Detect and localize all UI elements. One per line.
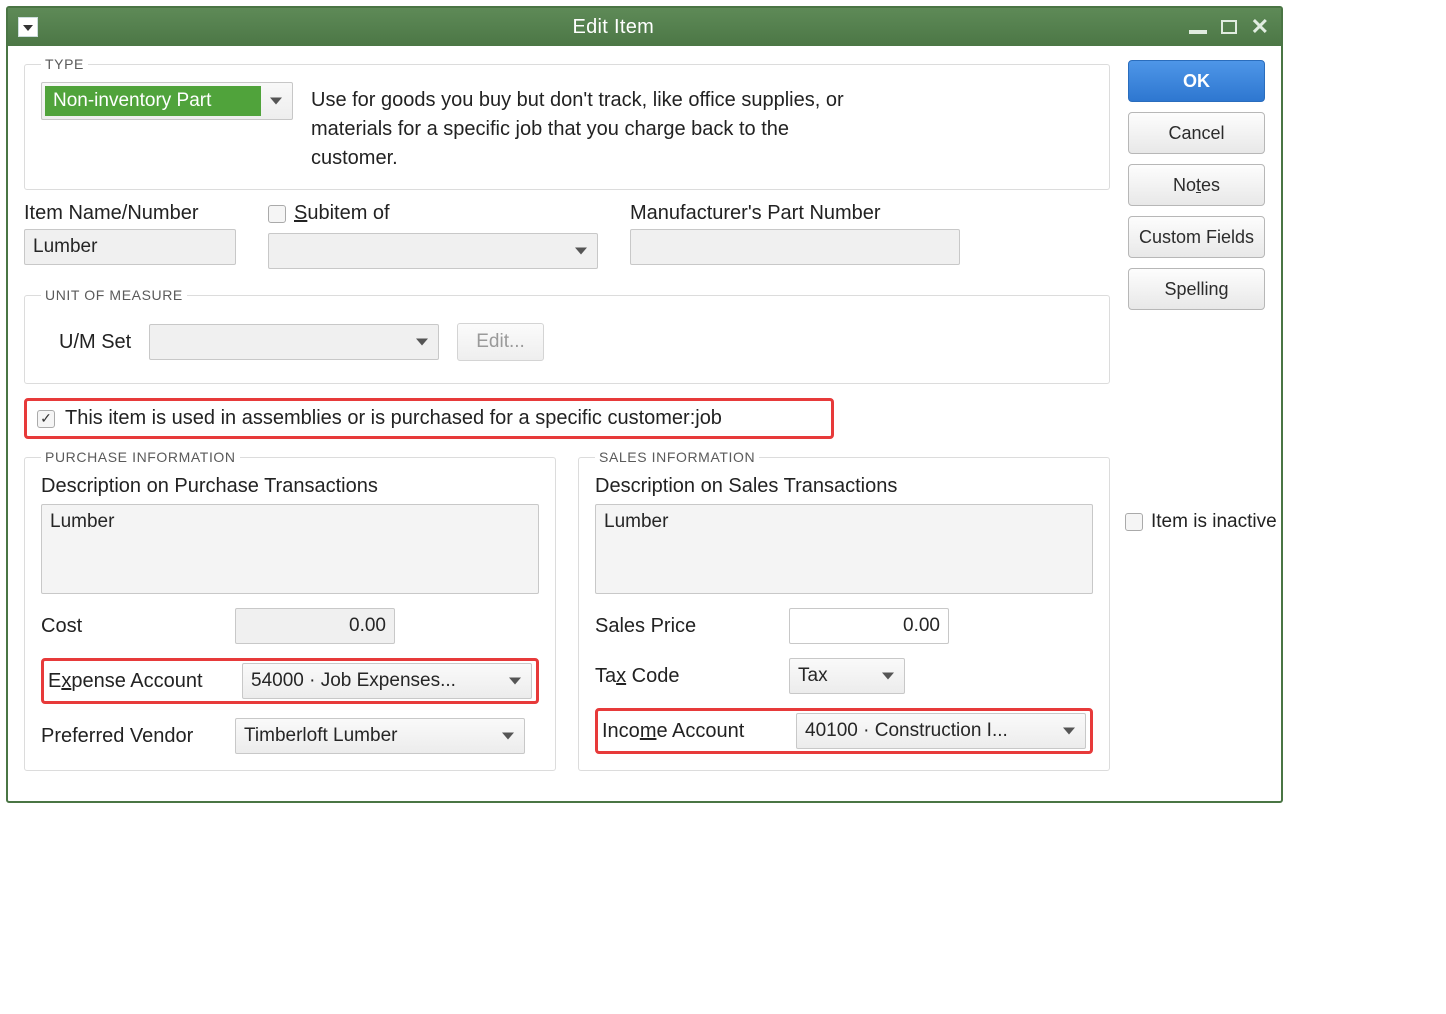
preferred-vendor-dropdown[interactable]: Timberloft Lumber [235, 718, 525, 754]
purchase-legend: PURCHASE INFORMATION [41, 449, 240, 465]
expense-account-row: Expense Account 54000 · Job Expenses... [41, 658, 539, 704]
chevron-down-icon [1063, 728, 1075, 735]
minimize-icon[interactable] [1189, 30, 1207, 34]
uom-group: UNIT OF MEASURE U/M Set Edit... [24, 287, 1110, 384]
sales-desc-input[interactable]: Lumber [595, 504, 1093, 594]
purchase-desc-input[interactable]: Lumber [41, 504, 539, 594]
assembly-label: This item is used in assemblies or is pu… [65, 407, 722, 430]
chevron-down-icon [416, 339, 428, 346]
subitem-checkbox[interactable] [268, 205, 286, 223]
uom-set-dropdown[interactable] [149, 324, 439, 360]
cancel-button[interactable]: Cancel [1128, 112, 1265, 154]
type-description: Use for goods you buy but don't track, l… [311, 82, 871, 173]
item-inactive-row: Item is inactive [1125, 511, 1277, 533]
window-title: Edit Item [38, 16, 1189, 39]
chevron-down-icon [882, 673, 894, 680]
item-inactive-label: Item is inactive [1151, 511, 1277, 533]
notes-button[interactable]: Notes [1128, 164, 1265, 206]
sales-price-input[interactable]: 0.00 [789, 608, 949, 644]
cost-label: Cost [41, 615, 217, 638]
sales-price-label: Sales Price [595, 615, 771, 638]
window-menu-icon[interactable] [18, 17, 38, 37]
expense-account-dropdown[interactable]: 54000 · Job Expenses... [242, 663, 532, 699]
purchase-info-group: PURCHASE INFORMATION Description on Purc… [24, 449, 556, 771]
subitem-label: Subitem of [294, 202, 390, 225]
mpn-field: Manufacturer's Part Number [630, 202, 960, 269]
income-account-row: Income Account 40100 · Construction I... [595, 708, 1093, 754]
maximize-icon[interactable] [1221, 20, 1237, 34]
close-icon[interactable]: ✕ [1251, 16, 1269, 38]
preferred-vendor-label: Preferred Vendor [41, 725, 217, 748]
item-inactive-checkbox[interactable] [1125, 513, 1143, 531]
mpn-label: Manufacturer's Part Number [630, 202, 960, 225]
income-account-label: Income Account [602, 720, 778, 743]
cost-input[interactable]: 0.00 [235, 608, 395, 644]
ok-button[interactable]: OK [1128, 60, 1265, 102]
sales-legend: SALES INFORMATION [595, 449, 759, 465]
item-name-input[interactable]: Lumber [24, 229, 236, 265]
sales-desc-label: Description on Sales Transactions [595, 475, 1093, 498]
subitem-field: Subitem of [268, 202, 598, 269]
sales-info-group: SALES INFORMATION Description on Sales T… [578, 449, 1110, 771]
titlebar[interactable]: Edit Item ✕ [8, 8, 1281, 46]
type-selected: Non-inventory Part [45, 86, 261, 116]
item-name-field: Item Name/Number Lumber [24, 202, 236, 269]
purchase-desc-label: Description on Purchase Transactions [41, 475, 539, 498]
mpn-input[interactable] [630, 229, 960, 265]
chevron-down-icon [270, 98, 282, 105]
spelling-button[interactable]: Spelling [1128, 268, 1265, 310]
assembly-checkbox[interactable]: ✓ [37, 410, 55, 428]
window-controls: ✕ [1189, 16, 1269, 38]
uom-set-label: U/M Set [59, 331, 131, 354]
assembly-checkbox-row: ✓ This item is used in assemblies or is … [24, 398, 834, 439]
uom-edit-button[interactable]: Edit... [457, 323, 544, 361]
type-legend: TYPE [41, 56, 88, 72]
uom-legend: UNIT OF MEASURE [41, 287, 187, 303]
edit-item-window: Edit Item ✕ TYPE Non-inventory Part Use … [6, 6, 1283, 803]
custom-fields-button[interactable]: Custom Fields [1128, 216, 1265, 258]
subitem-dropdown[interactable] [268, 233, 598, 269]
income-account-dropdown[interactable]: 40100 · Construction I... [796, 713, 1086, 749]
chevron-down-icon [502, 733, 514, 740]
expense-account-label: Expense Account [48, 670, 224, 693]
type-group: TYPE Non-inventory Part Use for goods yo… [24, 56, 1110, 190]
tax-code-label: Tax Code [595, 665, 771, 688]
item-name-label: Item Name/Number [24, 202, 236, 225]
tax-code-dropdown[interactable]: Tax [789, 658, 905, 694]
chevron-down-icon [575, 248, 587, 255]
type-dropdown[interactable]: Non-inventory Part [41, 82, 293, 120]
chevron-down-icon [509, 678, 521, 685]
